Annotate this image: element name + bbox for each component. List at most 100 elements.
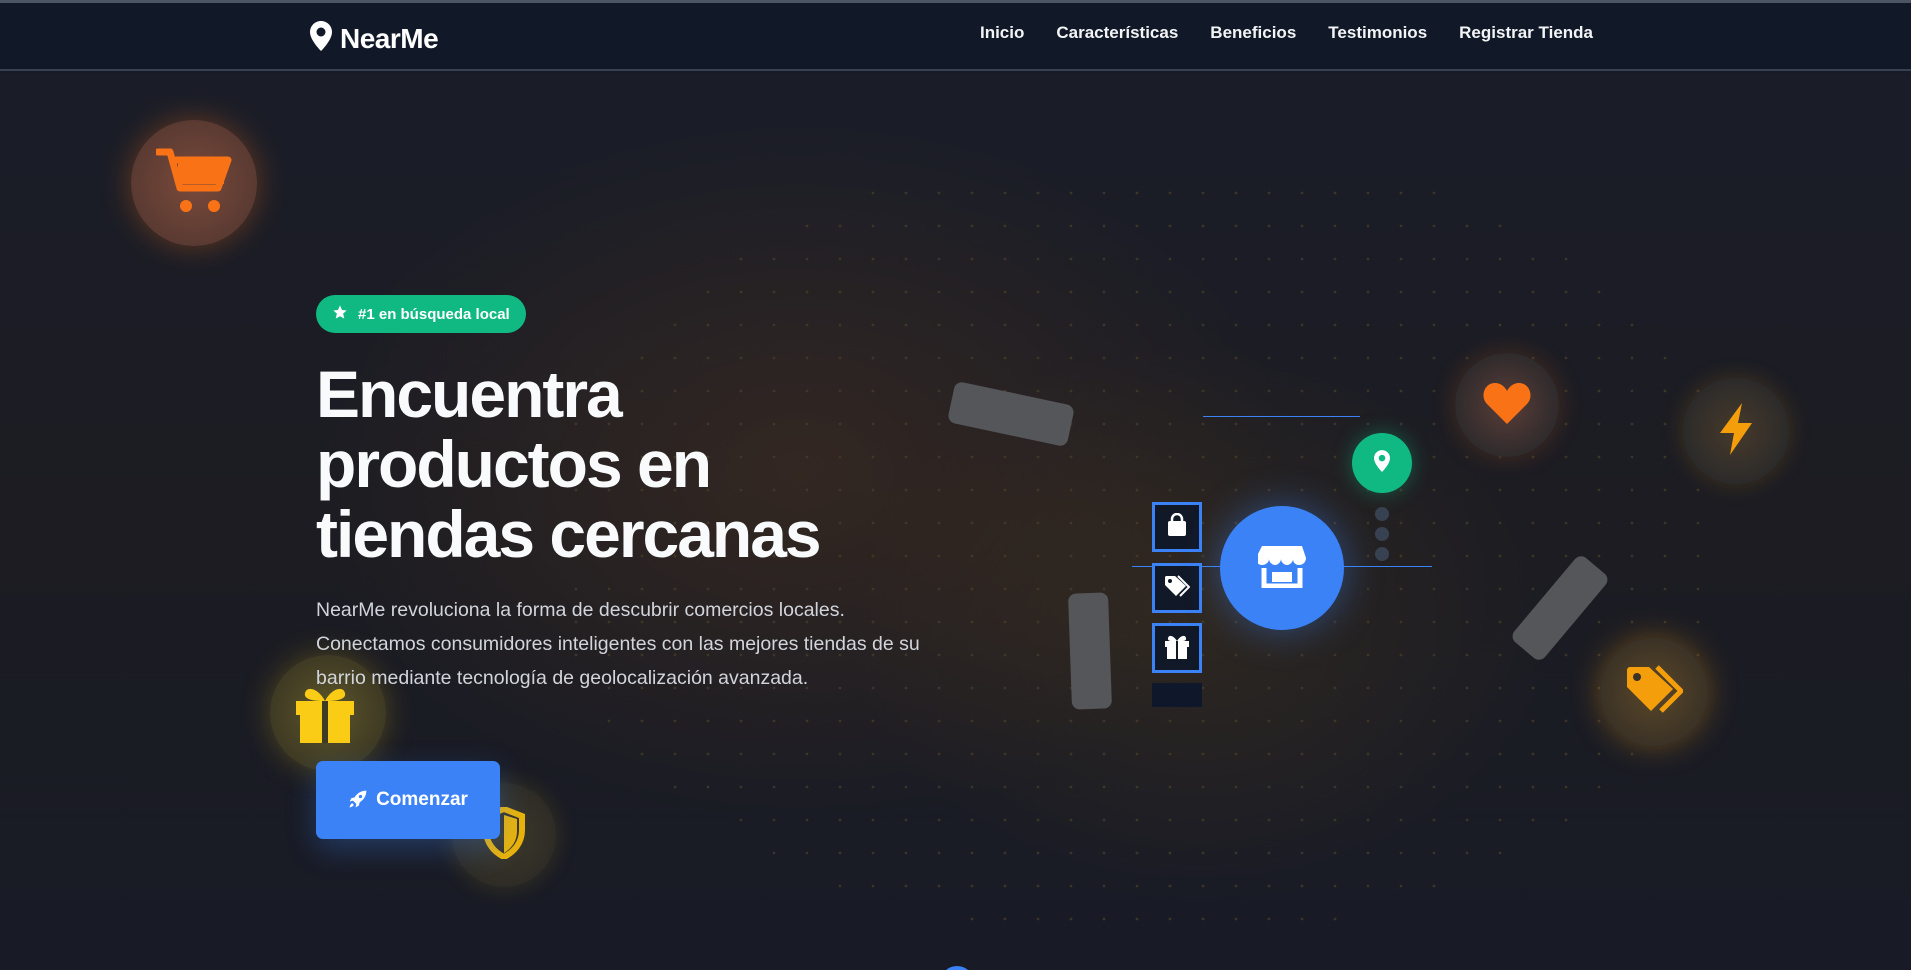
pattern-dot bbox=[1003, 191, 1007, 195]
nav-registrar-tienda[interactable]: Registrar Tienda bbox=[1459, 23, 1593, 43]
pattern-dot bbox=[1663, 422, 1667, 426]
pattern-dot bbox=[1300, 257, 1304, 261]
pattern-dot bbox=[1201, 719, 1205, 723]
pattern-dot bbox=[1531, 587, 1535, 591]
pattern-dot bbox=[1234, 884, 1238, 888]
pattern-dot bbox=[607, 587, 611, 591]
pattern-dot bbox=[1432, 818, 1436, 822]
pattern-dot bbox=[1003, 554, 1007, 558]
pattern-dot bbox=[1498, 323, 1502, 327]
pattern-dot bbox=[1135, 620, 1139, 624]
location-pin-circle bbox=[1352, 433, 1412, 493]
pattern-dot bbox=[1102, 389, 1106, 393]
pattern-dot bbox=[1432, 554, 1436, 558]
pattern-dot bbox=[805, 785, 809, 789]
pattern-dot bbox=[1135, 191, 1139, 195]
pattern-dot bbox=[1531, 323, 1535, 327]
gift-icon bbox=[1164, 632, 1190, 665]
pattern-dot bbox=[1597, 290, 1601, 294]
pattern-dot bbox=[1069, 290, 1073, 294]
pattern-dot bbox=[1696, 521, 1700, 525]
pattern-dot bbox=[772, 785, 776, 789]
pattern-dot bbox=[1234, 389, 1238, 393]
nav-testimonios[interactable]: Testimonios bbox=[1328, 23, 1427, 43]
pattern-dot bbox=[1069, 851, 1073, 855]
pattern-dot bbox=[1069, 752, 1073, 756]
connector-line bbox=[1203, 416, 1360, 417]
pattern-dot bbox=[970, 356, 974, 360]
pattern-dot bbox=[1333, 356, 1337, 360]
pattern-dot bbox=[1201, 521, 1205, 525]
pattern-dot bbox=[1168, 422, 1172, 426]
pattern-dot bbox=[1102, 884, 1106, 888]
pattern-dot bbox=[1366, 752, 1370, 756]
pattern-dot bbox=[970, 752, 974, 756]
pattern-dot bbox=[1168, 719, 1172, 723]
pattern-dot bbox=[1201, 818, 1205, 822]
pattern-dot bbox=[1069, 785, 1073, 789]
pattern-dot bbox=[1003, 257, 1007, 261]
pattern-dot bbox=[1234, 422, 1238, 426]
category-tags bbox=[1152, 563, 1202, 613]
pattern-dot bbox=[1102, 290, 1106, 294]
pattern-dot bbox=[1399, 290, 1403, 294]
pattern-dot bbox=[1201, 323, 1205, 327]
pattern-dot bbox=[1201, 653, 1205, 657]
pattern-dot bbox=[640, 752, 644, 756]
comenzar-button[interactable]: Comenzar bbox=[316, 761, 500, 839]
pattern-dot bbox=[772, 323, 776, 327]
pattern-dot bbox=[1333, 290, 1337, 294]
pattern-dot bbox=[1036, 818, 1040, 822]
pattern-dot bbox=[1399, 851, 1403, 855]
pattern-dot bbox=[1168, 785, 1172, 789]
nav-beneficios[interactable]: Beneficios bbox=[1210, 23, 1296, 43]
pattern-dot bbox=[1267, 257, 1271, 261]
pattern-dot bbox=[1498, 290, 1502, 294]
pattern-dot bbox=[1630, 752, 1634, 756]
pattern-dot bbox=[1663, 620, 1667, 624]
pattern-dot bbox=[1432, 521, 1436, 525]
heart-float bbox=[1455, 353, 1559, 457]
pattern-dot bbox=[871, 191, 875, 195]
pattern-dot bbox=[1234, 191, 1238, 195]
pattern-dot bbox=[1432, 488, 1436, 492]
pattern-dot bbox=[970, 851, 974, 855]
pattern-dot bbox=[937, 356, 941, 360]
brand-logo[interactable]: NearMe bbox=[310, 21, 439, 56]
pattern-dot bbox=[1498, 488, 1502, 492]
pattern-dot bbox=[1564, 257, 1568, 261]
pattern-dot bbox=[1498, 620, 1502, 624]
pattern-dot bbox=[706, 719, 710, 723]
pattern-dot bbox=[1003, 653, 1007, 657]
pattern-dot bbox=[1333, 191, 1337, 195]
pattern-dot bbox=[1465, 686, 1469, 690]
pattern-dot bbox=[1201, 389, 1205, 393]
nav-inicio[interactable]: Inicio bbox=[980, 23, 1024, 43]
tags-float bbox=[1600, 638, 1708, 746]
pattern-dot bbox=[1564, 719, 1568, 723]
pattern-dot bbox=[1003, 620, 1007, 624]
pattern-dot bbox=[1630, 521, 1634, 525]
pattern-dot bbox=[1432, 785, 1436, 789]
pattern-dot bbox=[1465, 851, 1469, 855]
pattern-dot bbox=[904, 719, 908, 723]
pattern-dot bbox=[1234, 917, 1238, 921]
pattern-dot bbox=[1564, 653, 1568, 657]
pattern-dot bbox=[739, 752, 743, 756]
pattern-dot bbox=[706, 785, 710, 789]
pattern-dot bbox=[1300, 323, 1304, 327]
pattern-dot bbox=[937, 587, 941, 591]
pattern-dot bbox=[1135, 851, 1139, 855]
decor-pill bbox=[1067, 592, 1113, 710]
pattern-dot bbox=[805, 719, 809, 723]
pattern-dot bbox=[1399, 224, 1403, 228]
pattern-dot bbox=[1432, 356, 1436, 360]
pattern-dot bbox=[1366, 884, 1370, 888]
store-icon bbox=[1256, 544, 1306, 593]
pattern-dot bbox=[1465, 257, 1469, 261]
nav-caracteristicas[interactable]: Características bbox=[1056, 23, 1178, 43]
pattern-dot bbox=[1201, 554, 1205, 558]
pattern-dot bbox=[1201, 587, 1205, 591]
pattern-dot bbox=[1036, 488, 1040, 492]
pattern-dot bbox=[1003, 587, 1007, 591]
